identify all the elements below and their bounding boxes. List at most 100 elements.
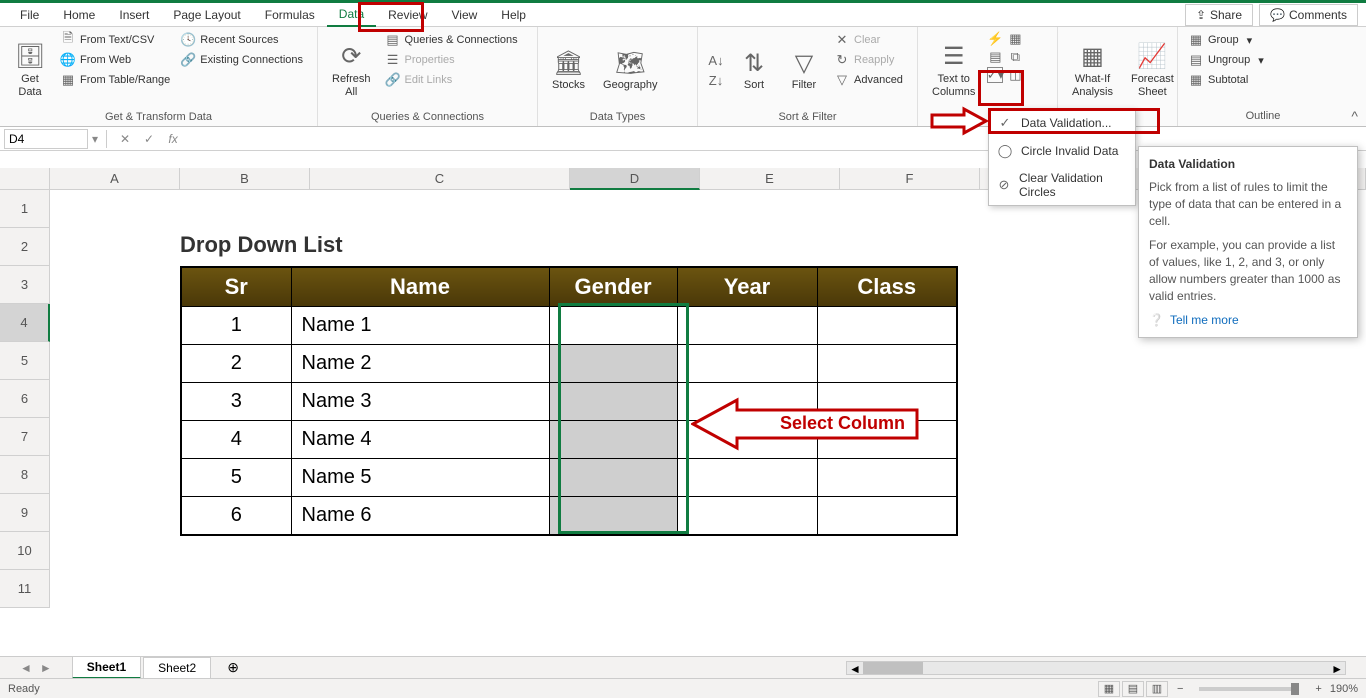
table-cell[interactable] xyxy=(677,459,817,497)
flash-fill-icon[interactable]: ⚡ xyxy=(987,31,1003,47)
whatif-analysis-button[interactable]: ▦ What-If Analysis xyxy=(1066,31,1119,109)
column-header-E[interactable]: E xyxy=(700,168,840,190)
table-cell[interactable]: Name 6 xyxy=(291,497,549,535)
table-cell[interactable] xyxy=(817,307,957,345)
from-text-csv-button[interactable]: 🗎From Text/CSV xyxy=(58,31,172,49)
forecast-sheet-button[interactable]: 📈 Forecast Sheet xyxy=(1125,31,1180,109)
horizontal-scrollbar[interactable]: ◄ ► xyxy=(846,661,1346,675)
table-cell[interactable] xyxy=(549,307,677,345)
tell-me-more-link[interactable]: ❔Tell me more xyxy=(1149,313,1347,327)
table-cell[interactable] xyxy=(549,421,677,459)
row-header-4[interactable]: 4 xyxy=(0,304,50,342)
tab-page-layout[interactable]: Page Layout xyxy=(161,4,252,26)
row-header-11[interactable]: 11 xyxy=(0,570,50,608)
queries-connections-button[interactable]: ▤Queries & Connections xyxy=(383,31,520,49)
advanced-filter-button[interactable]: ▽Advanced xyxy=(832,71,905,89)
zoom-in-button[interactable]: + xyxy=(1315,683,1321,695)
table-cell[interactable]: 3 xyxy=(181,383,291,421)
formula-input[interactable] xyxy=(187,130,1362,148)
ungroup-button[interactable]: ▤Ungroup▾ xyxy=(1186,51,1266,69)
table-cell[interactable]: Name 3 xyxy=(291,383,549,421)
row-header-6[interactable]: 6 xyxy=(0,380,50,418)
manage-data-model-icon[interactable]: ◫ xyxy=(1007,67,1023,83)
column-header-D[interactable]: D xyxy=(570,168,700,190)
table-cell[interactable] xyxy=(549,345,677,383)
circle-invalid-data-item[interactable]: ◯Circle Invalid Data xyxy=(989,137,1135,165)
table-cell[interactable] xyxy=(677,345,817,383)
table-cell[interactable]: Name 2 xyxy=(291,345,549,383)
existing-connections-button[interactable]: 🔗Existing Connections xyxy=(178,51,305,69)
column-header-B[interactable]: B xyxy=(180,168,310,190)
group-button[interactable]: ▦Group▾ xyxy=(1186,31,1266,49)
text-to-columns-button[interactable]: ☰ Text to Columns xyxy=(926,31,981,109)
table-cell[interactable] xyxy=(549,497,677,535)
table-cell[interactable]: 1 xyxy=(181,307,291,345)
tab-view[interactable]: View xyxy=(440,4,490,26)
normal-view-button[interactable]: ▦ xyxy=(1098,681,1120,697)
column-header-C[interactable]: C xyxy=(310,168,570,190)
tab-home[interactable]: Home xyxy=(51,4,107,26)
table-cell[interactable] xyxy=(817,345,957,383)
table-cell[interactable]: 6 xyxy=(181,497,291,535)
fx-button[interactable]: fx xyxy=(163,132,183,146)
subtotal-button[interactable]: ▦Subtotal xyxy=(1186,71,1266,89)
row-header-1[interactable]: 1 xyxy=(0,190,50,228)
table-cell[interactable] xyxy=(677,497,817,535)
filter-button[interactable]: ▽ Filter xyxy=(782,31,826,109)
from-table-range-button[interactable]: ▦From Table/Range xyxy=(58,71,172,89)
table-cell[interactable] xyxy=(817,459,957,497)
sort-asc-button[interactable]: A↓ xyxy=(706,51,726,69)
row-header-8[interactable]: 8 xyxy=(0,456,50,494)
table-cell[interactable]: Name 5 xyxy=(291,459,549,497)
page-layout-view-button[interactable]: ▤ xyxy=(1122,681,1144,697)
add-sheet-button[interactable]: ⊕ xyxy=(213,656,253,679)
row-header-7[interactable]: 7 xyxy=(0,418,50,456)
table-cell[interactable] xyxy=(677,307,817,345)
row-header-5[interactable]: 5 xyxy=(0,342,50,380)
column-header-A[interactable]: A xyxy=(50,168,180,190)
table-cell[interactable]: 2 xyxy=(181,345,291,383)
sheet-nav-prev[interactable]: ◄ xyxy=(20,661,32,675)
zoom-level[interactable]: 190% xyxy=(1330,683,1358,695)
clear-validation-circles-item[interactable]: ⊘Clear Validation Circles xyxy=(989,165,1135,205)
table-cell[interactable]: 5 xyxy=(181,459,291,497)
table-cell[interactable] xyxy=(549,459,677,497)
row-header-10[interactable]: 10 xyxy=(0,532,50,570)
table-cell[interactable]: Name 4 xyxy=(291,421,549,459)
from-web-button[interactable]: 🌐From Web xyxy=(58,51,172,69)
get-data-button[interactable]: 🗄 Get Data xyxy=(8,31,52,109)
tab-review[interactable]: Review xyxy=(376,4,439,26)
row-header-3[interactable]: 3 xyxy=(0,266,50,304)
comments-button[interactable]: 💬Comments xyxy=(1259,4,1358,26)
select-all-corner[interactable] xyxy=(0,168,50,190)
column-header-F[interactable]: F xyxy=(840,168,980,190)
relationships-icon[interactable]: ⧉ xyxy=(1007,49,1023,65)
table-cell[interactable] xyxy=(549,383,677,421)
table-cell[interactable] xyxy=(817,497,957,535)
cancel-formula-button[interactable]: ✕ xyxy=(115,132,135,146)
collapse-ribbon-button[interactable]: ^ xyxy=(1351,108,1358,124)
tab-formulas[interactable]: Formulas xyxy=(253,4,327,26)
sort-button[interactable]: ⇅ Sort xyxy=(732,31,776,109)
row-header-9[interactable]: 9 xyxy=(0,494,50,532)
name-box[interactable] xyxy=(4,129,88,149)
zoom-slider[interactable] xyxy=(1199,687,1299,691)
recent-sources-button[interactable]: 🕓Recent Sources xyxy=(178,31,305,49)
tab-help[interactable]: Help xyxy=(489,4,538,26)
remove-duplicates-icon[interactable]: ▤ xyxy=(987,49,1003,65)
data-validation-menu-item[interactable]: ✓Data Validation... xyxy=(989,109,1135,137)
row-header-2[interactable]: 2 xyxy=(0,228,50,266)
tab-insert[interactable]: Insert xyxy=(107,4,161,26)
enter-formula-button[interactable]: ✓ xyxy=(139,132,159,146)
sheet-tab-sheet2[interactable]: Sheet2 xyxy=(143,657,211,678)
sheet-nav-next[interactable]: ► xyxy=(40,661,52,675)
tab-data[interactable]: Data xyxy=(327,3,376,27)
data-validation-button[interactable]: ✓▾ xyxy=(987,67,1003,83)
share-button[interactable]: ⇪Share xyxy=(1185,4,1253,26)
tab-file[interactable]: File xyxy=(8,4,51,26)
page-break-view-button[interactable]: ▥ xyxy=(1146,681,1168,697)
sort-desc-button[interactable]: Z↓ xyxy=(706,71,726,89)
sheet-tab-sheet1[interactable]: Sheet1 xyxy=(72,656,141,679)
table-cell[interactable]: 4 xyxy=(181,421,291,459)
refresh-all-button[interactable]: ⟳ Refresh All xyxy=(326,31,377,109)
